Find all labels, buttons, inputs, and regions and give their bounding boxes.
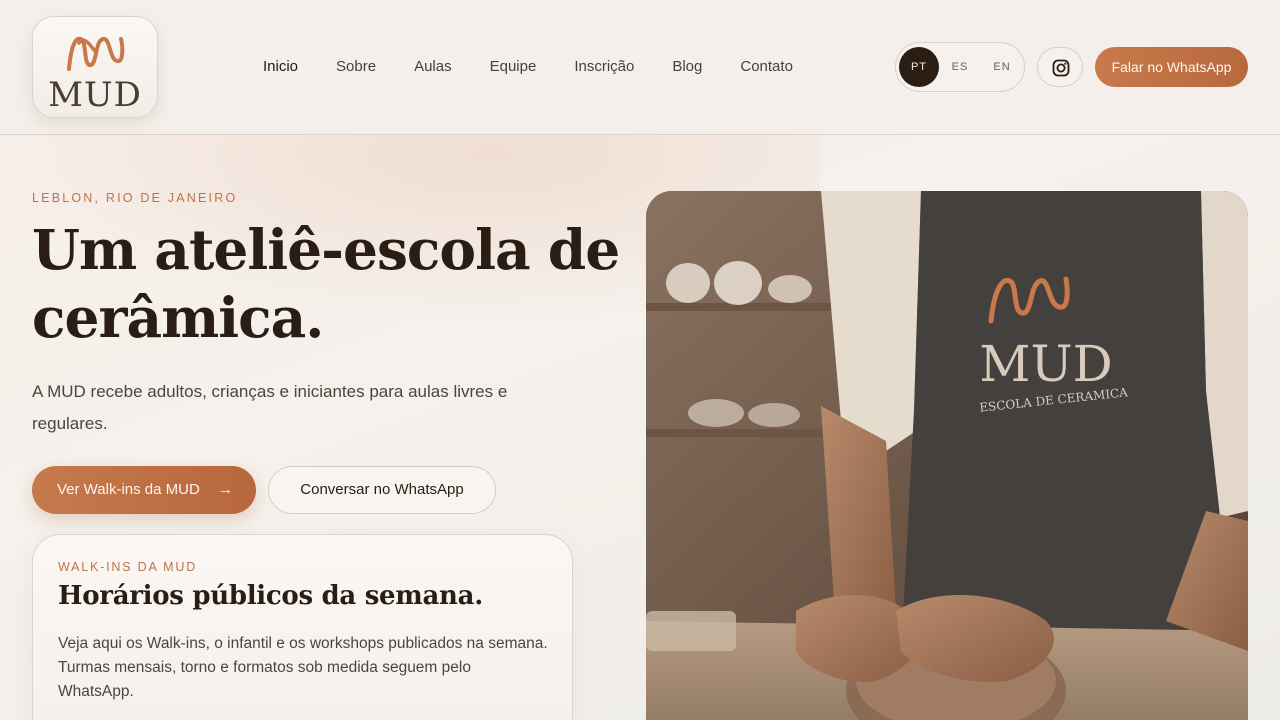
- nav-item-blog[interactable]: Blog: [672, 58, 702, 78]
- whatsapp-chat-button[interactable]: Conversar no WhatsApp: [268, 466, 496, 514]
- walk-ins-button-label: Ver Walk-ins da MUD: [57, 481, 200, 498]
- instagram-button[interactable]: [1037, 47, 1083, 87]
- nav-item-sobre[interactable]: Sobre: [336, 58, 376, 78]
- logo-mark-icon: [67, 36, 125, 71]
- nav-item-contato[interactable]: Contato: [740, 58, 793, 78]
- hero-lead: A MUD recebe adultos, crianças e inician…: [32, 382, 508, 433]
- main-nav: Inicio Sobre Aulas Equipe Inscrição Blog…: [263, 58, 831, 78]
- logo-wordmark: MUD: [48, 75, 142, 115]
- lang-en[interactable]: EN: [982, 47, 1022, 87]
- hero-title: Um ateliê-escola de cerâmica.: [32, 216, 632, 352]
- hero-photo: MUD ESCOLA DE CERAMICA: [646, 191, 1248, 720]
- hero-title-line1: Um ateliê-escola de: [32, 217, 620, 282]
- card-body: Veja aqui os Walk-ins, o infantil e os w…: [58, 635, 548, 700]
- walk-ins-button[interactable]: Ver Walk-ins da MUD →: [32, 466, 256, 514]
- card-kicker: WALK-INS DA MUD: [58, 560, 198, 574]
- site-header: MUD Inicio Sobre Aulas Equipe Inscrição …: [0, 0, 1280, 135]
- lang-es[interactable]: ES: [940, 47, 980, 87]
- arrow-right-icon: →: [218, 481, 233, 498]
- lang-pt[interactable]: PT: [899, 47, 939, 87]
- hero-title-line2: cerâmica.: [32, 285, 324, 350]
- whatsapp-header-button[interactable]: Falar no WhatsApp: [1095, 47, 1248, 87]
- language-switcher: PT ES EN: [895, 42, 1025, 92]
- logo[interactable]: MUD: [32, 16, 158, 118]
- nav-item-inicio[interactable]: Inicio: [263, 58, 298, 78]
- nav-item-aulas[interactable]: Aulas: [414, 58, 452, 78]
- apron-logo-word: MUD: [979, 335, 1112, 393]
- nav-item-equipe[interactable]: Equipe: [490, 58, 537, 78]
- hero-eyebrow: LEBLON, RIO DE JANEIRO: [32, 191, 238, 205]
- potter-illustration: MUD ESCOLA DE CERAMICA: [646, 191, 1248, 720]
- walk-ins-card: WALK-INS DA MUD Horários públicos da sem…: [32, 534, 573, 720]
- card-heading: Horários públicos da semana.: [58, 581, 483, 611]
- nav-item-inscricao[interactable]: Inscrição: [574, 58, 634, 78]
- instagram-icon: [1052, 59, 1070, 77]
